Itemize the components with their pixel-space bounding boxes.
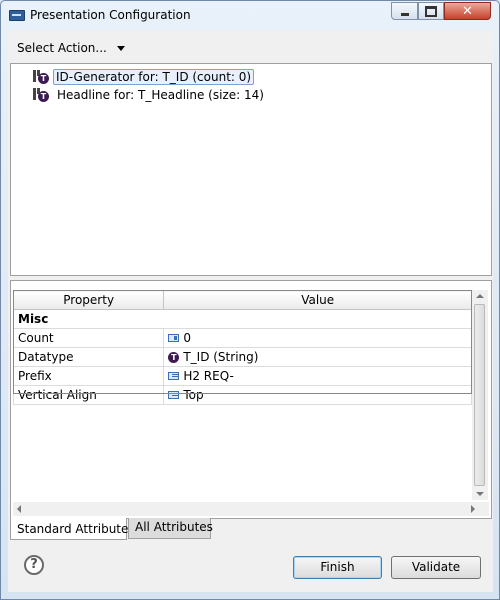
presentation-type-icon: T [33,87,49,102]
validate-button[interactable]: Validate [391,556,481,579]
property-name: Count [12,328,165,348]
property-name: Vertical Align [12,385,165,405]
minimize-button[interactable] [391,2,418,20]
properties-panel: Property Value Misc Count 0 Datatype T T_… [10,280,492,519]
number-icon [168,334,180,342]
tree-item-headline[interactable]: T Headline for: T_Headline (size: 14) [33,86,268,103]
configuration-tree[interactable]: T ID-Generator for: T_ID (count: 0) T He… [10,63,492,276]
maximize-button[interactable] [418,2,444,20]
properties-table: Property Value Misc Count 0 Datatype T T_… [12,290,472,405]
property-name: Datatype [12,347,165,367]
title-bar[interactable]: Presentation Configuration ✕ [1,1,499,29]
horizontal-scrollbar[interactable] [13,502,489,516]
category-label: Misc [13,309,472,329]
splitter[interactable] [8,275,493,279]
tab-all-attributes[interactable]: All Attributes [128,518,213,539]
property-name: Prefix [12,366,165,386]
property-value: 0 [183,331,191,345]
property-value-cell[interactable]: Top [163,385,472,405]
column-header-value[interactable]: Value [163,290,472,310]
category-row[interactable]: Misc [13,309,472,329]
scroll-down-icon[interactable] [476,492,484,496]
tree-item-id-generator[interactable]: T ID-Generator for: T_ID (count: 0) [33,68,255,85]
property-value: Top [183,388,204,402]
chevron-down-icon [116,45,125,51]
tree-item-label: ID-Generator for: T_ID (count: 0) [53,68,255,85]
button-bar: ? Finish Validate [8,542,493,592]
help-icon[interactable]: ? [24,555,44,575]
app-icon [9,10,25,21]
scrollbar-thumb[interactable] [474,304,485,486]
attribute-tabs: Standard Attributes All Attributes [10,518,490,541]
presentation-type-icon: T [33,69,49,84]
column-header-property[interactable]: Property [12,290,165,310]
table-row[interactable]: Vertical Align Top [12,385,472,405]
finish-button[interactable]: Finish [293,556,382,579]
close-button[interactable]: ✕ [444,2,491,20]
table-row[interactable]: Prefix H2 REQ- [12,366,472,386]
text-list-icon [168,372,180,380]
property-value-cell[interactable]: T T_ID (String) [163,347,472,367]
select-action-dropdown[interactable]: Select Action... [17,41,125,55]
toolbar: Select Action... [8,30,493,63]
select-action-label: Select Action... [17,41,107,55]
tree-item-label: Headline for: T_Headline (size: 14) [57,87,264,102]
type-icon: T [168,351,180,363]
table-row[interactable]: Datatype T T_ID (String) [12,347,472,367]
property-value: H2 REQ- [183,369,234,383]
scroll-left-icon[interactable] [17,505,21,513]
property-value-cell[interactable]: H2 REQ- [163,366,472,386]
property-value-cell[interactable]: 0 [163,328,472,348]
vertical-scrollbar[interactable] [472,290,488,500]
close-icon: ✕ [462,3,473,19]
minimize-icon [400,12,409,16]
dialog-window: Presentation Configuration ✕ Select Acti… [0,0,500,600]
scroll-right-icon[interactable] [471,505,475,513]
table-row[interactable]: Count 0 [12,328,472,348]
property-value: T_ID (String) [183,350,259,364]
window-title: Presentation Configuration [30,8,191,22]
tab-standard-attributes[interactable]: Standard Attributes [10,518,135,540]
maximize-icon [425,5,437,17]
scroll-up-icon[interactable] [476,294,484,298]
text-list-icon [168,391,180,399]
dialog-content: Select Action... T ID-Generator for: T_I… [8,30,493,592]
